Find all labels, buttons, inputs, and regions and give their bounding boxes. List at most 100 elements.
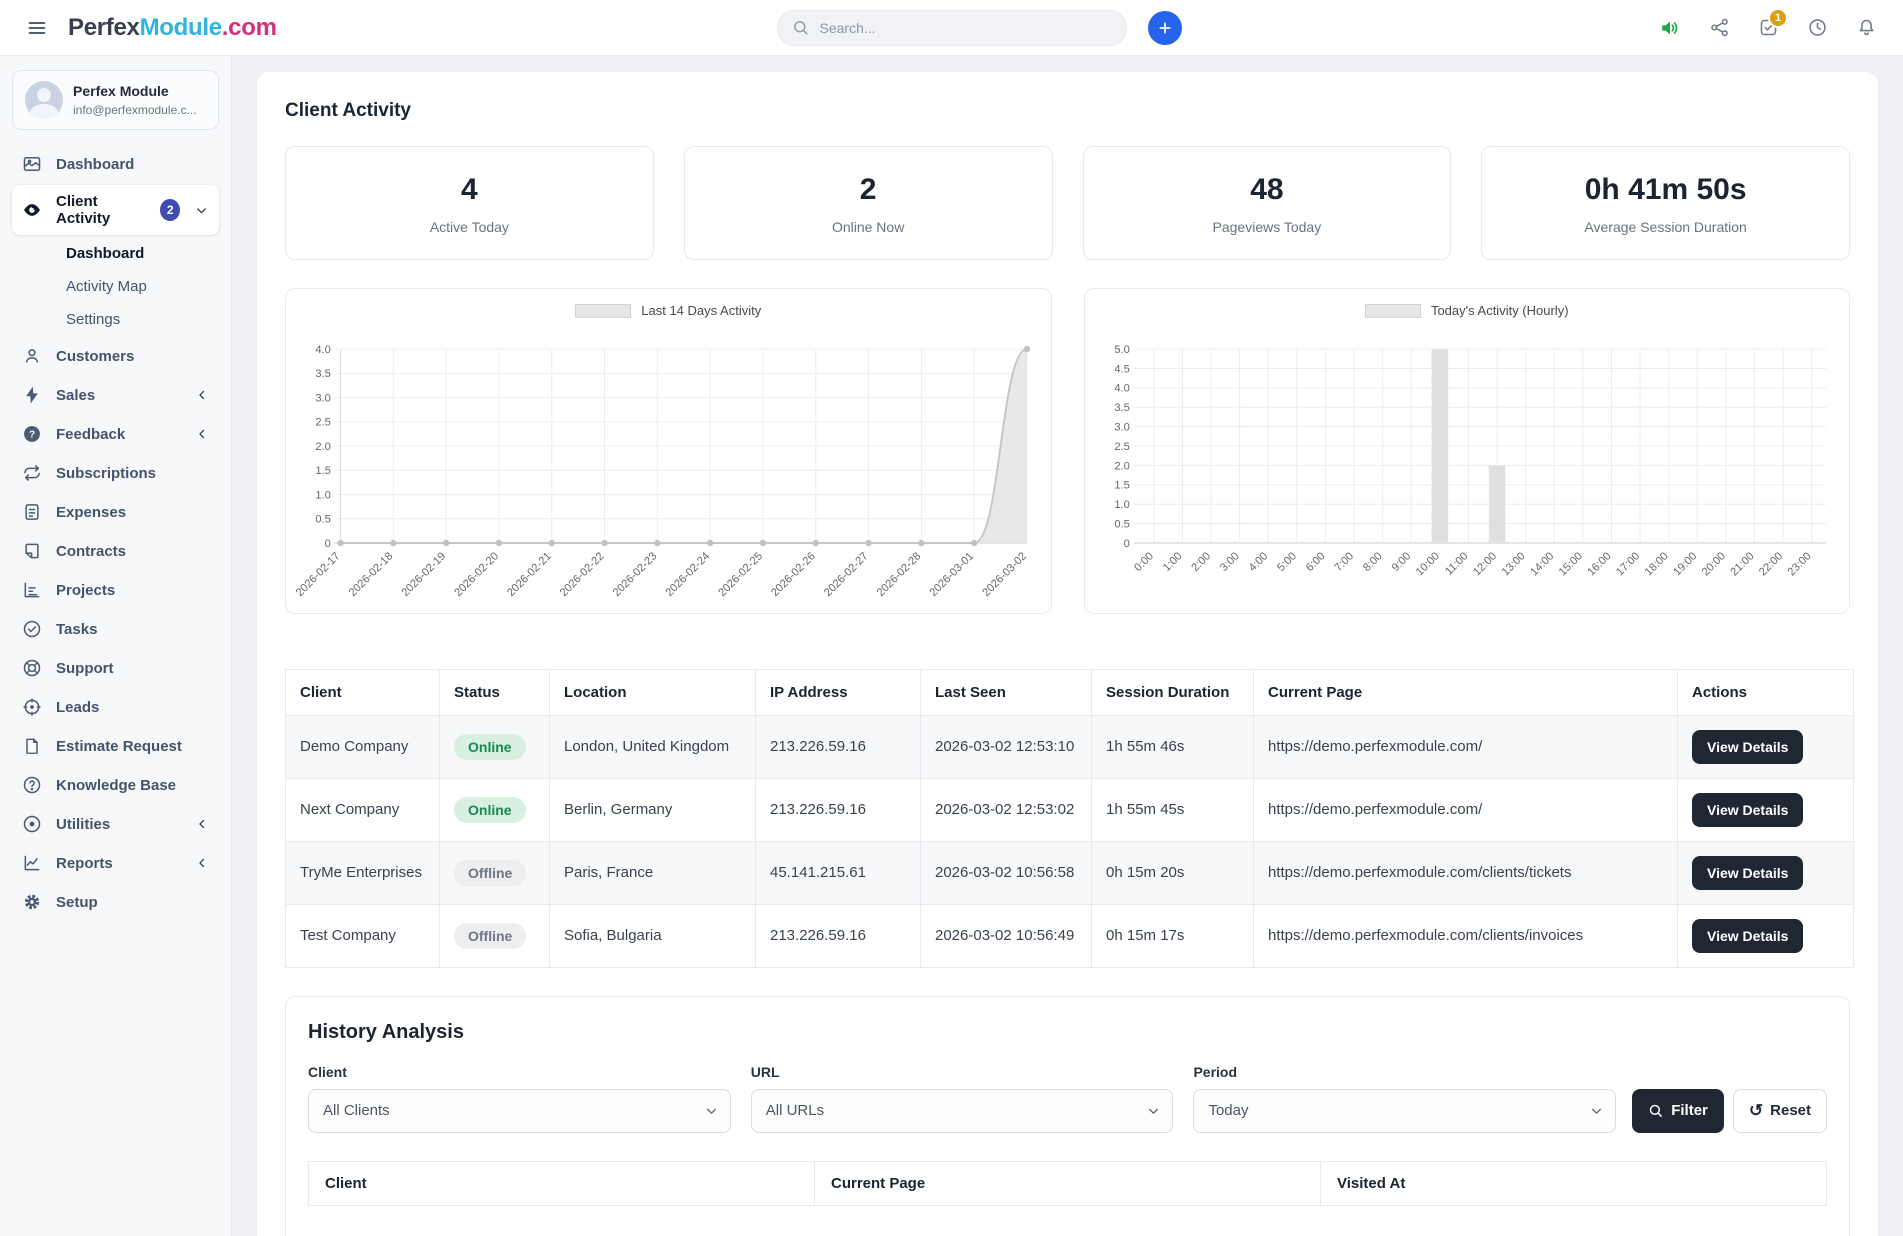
- view-details-button[interactable]: View Details: [1692, 730, 1803, 764]
- user-card[interactable]: Perfex Module info@perfexmodule.c...: [12, 70, 219, 130]
- last-seen-cell: 2026-03-02 10:56:49: [921, 904, 1092, 967]
- svg-text:0: 0: [325, 538, 331, 550]
- svg-text:10:00: 10:00: [1413, 550, 1441, 578]
- volume-icon[interactable]: [1659, 17, 1681, 39]
- status-badge: Offline: [454, 923, 526, 949]
- sidebar-item-contracts[interactable]: Contracts: [12, 533, 219, 569]
- tasks-icon[interactable]: 1: [1758, 17, 1779, 38]
- sidebar-item-setup[interactable]: Setup: [12, 884, 219, 920]
- plus-icon[interactable]: [1148, 11, 1182, 45]
- sidebar-item-client-activity[interactable]: Client Activity2: [12, 185, 219, 235]
- history-column-header: Client: [309, 1161, 815, 1205]
- actions-cell: View Details: [1678, 841, 1854, 904]
- url-filter-group: URL All URLs: [751, 1064, 1174, 1133]
- svg-text:2026-03-01: 2026-03-01: [928, 550, 977, 599]
- trend-icon: [22, 853, 42, 873]
- sidebar-item-feedback[interactable]: ?Feedback: [12, 416, 219, 452]
- area-chart: 00.51.01.52.02.53.03.54.02026-02-172026-…: [294, 320, 1043, 611]
- period-filter-label: Period: [1193, 1064, 1616, 1080]
- chevron-left-icon[interactable]: [195, 856, 209, 870]
- sidebar-item-estimate-request[interactable]: Estimate Request: [12, 728, 219, 764]
- client-filter-select[interactable]: All Clients: [308, 1089, 731, 1133]
- svg-text:2026-02-21: 2026-02-21: [505, 550, 554, 599]
- stat-value: 0h 41m 50s: [1490, 173, 1841, 207]
- contract-icon: [22, 541, 42, 561]
- stat-value: 4: [294, 173, 645, 207]
- sidebar-item-tasks[interactable]: Tasks: [12, 611, 219, 647]
- app-logo[interactable]: PerfexModule.com: [68, 14, 277, 42]
- main-card: Client Activity 4Active Today 2 Online Now…: [257, 72, 1878, 1236]
- status-cell: Offline: [440, 841, 550, 904]
- charts-row: Last 14 Days Activity00.51.01.52.02.53.0…: [285, 288, 1850, 614]
- chevron-down-icon[interactable]: [194, 203, 209, 218]
- sidebar-item-expenses[interactable]: Expenses: [12, 494, 219, 530]
- view-details-button[interactable]: View Details: [1692, 856, 1803, 890]
- activity-table-wrap: ClientStatusLocationIP AddressLast SeenS…: [285, 669, 1850, 968]
- sidebar-item-dashboard[interactable]: Dashboard: [12, 146, 219, 182]
- search-bar[interactable]: [777, 10, 1127, 46]
- sidebar-item-label: Dashboard: [56, 156, 134, 173]
- chevron-left-icon[interactable]: [195, 427, 209, 441]
- last-seen-cell: 2026-03-02 12:53:10: [921, 715, 1092, 778]
- sidebar-item-support[interactable]: Support: [12, 650, 219, 686]
- svg-text:15:00: 15:00: [1556, 550, 1584, 578]
- period-filter-group: Period Today: [1193, 1064, 1616, 1133]
- bell-icon[interactable]: [1856, 17, 1877, 38]
- duration-cell: 0h 15m 20s: [1092, 841, 1254, 904]
- chevron-left-icon[interactable]: [195, 817, 209, 831]
- svg-text:2026-02-25: 2026-02-25: [716, 550, 765, 599]
- svg-text:3.0: 3.0: [1114, 422, 1129, 434]
- sidebar-item-label: Support: [56, 660, 114, 677]
- stat-card: 4Active Today: [285, 146, 654, 260]
- sidebar-item-reports[interactable]: Reports: [12, 845, 219, 881]
- sidebar-item-sales[interactable]: Sales: [12, 377, 219, 413]
- svg-text:16:00: 16:00: [1585, 550, 1613, 578]
- view-details-button[interactable]: View Details: [1692, 919, 1803, 953]
- page-title: Client Activity: [285, 100, 1850, 122]
- svg-text:6:00: 6:00: [1303, 550, 1327, 574]
- sidebar-subitem-dashboard[interactable]: Dashboard: [56, 238, 219, 269]
- menu-icon[interactable]: [26, 17, 48, 39]
- url-filter-select[interactable]: All URLs: [751, 1089, 1174, 1133]
- svg-text:4:00: 4:00: [1246, 550, 1270, 574]
- location-cell: London, United Kingdom: [550, 715, 756, 778]
- user-email: info@perfexmodule.c...: [73, 103, 197, 117]
- sidebar-item-customers[interactable]: Customers: [12, 338, 219, 374]
- top-navbar: PerfexModule.com 1: [0, 0, 1903, 56]
- check-circle-icon: [22, 619, 42, 639]
- file-icon: [22, 736, 42, 756]
- avatar: [25, 81, 63, 119]
- chevron-left-icon[interactable]: [195, 388, 209, 402]
- svg-text:4.0: 4.0: [315, 344, 330, 356]
- view-details-button[interactable]: View Details: [1692, 793, 1803, 827]
- sidebar-item-label: Subscriptions: [56, 465, 156, 482]
- sidebar-item-label: Utilities: [56, 816, 110, 833]
- svg-text:2026-03-02: 2026-03-02: [980, 550, 1029, 599]
- status-cell: Offline: [440, 904, 550, 967]
- user-name: Perfex Module: [73, 83, 197, 101]
- sidebar-subitem-activity-map[interactable]: Activity Map: [56, 271, 219, 302]
- filter-button[interactable]: Filter: [1632, 1089, 1724, 1133]
- stat-label: Online Now: [693, 219, 1044, 235]
- sidebar-item-projects[interactable]: Projects: [12, 572, 219, 608]
- sidebar-item-subscriptions[interactable]: Subscriptions: [12, 455, 219, 491]
- question-circle-icon: [22, 775, 42, 795]
- svg-text:2.5: 2.5: [315, 417, 330, 429]
- sidebar-item-knowledge-base[interactable]: Knowledge Base: [12, 767, 219, 803]
- svg-text:2:00: 2:00: [1189, 550, 1213, 574]
- share-icon[interactable]: [1709, 17, 1730, 38]
- sidebar-item-leads[interactable]: Leads: [12, 689, 219, 725]
- clock-icon[interactable]: [1807, 17, 1828, 38]
- search-input[interactable]: [818, 19, 1112, 37]
- stat-value: 2: [693, 173, 1044, 207]
- reset-button[interactable]: ↺ Reset: [1733, 1089, 1827, 1133]
- sidebar-submenu: DashboardActivity MapSettings: [12, 238, 219, 335]
- sidebar-subitem-settings[interactable]: Settings: [56, 304, 219, 335]
- svg-text:22:00: 22:00: [1757, 550, 1785, 578]
- sidebar-item-label: Setup: [56, 894, 98, 911]
- svg-text:2026-02-17: 2026-02-17: [294, 550, 343, 599]
- sidebar-item-utilities[interactable]: Utilities: [12, 806, 219, 842]
- period-filter-select[interactable]: Today: [1193, 1089, 1616, 1133]
- current-page-cell: https://demo.perfexmodule.com/clients/ti…: [1254, 841, 1678, 904]
- ip-cell: 213.226.59.16: [756, 715, 921, 778]
